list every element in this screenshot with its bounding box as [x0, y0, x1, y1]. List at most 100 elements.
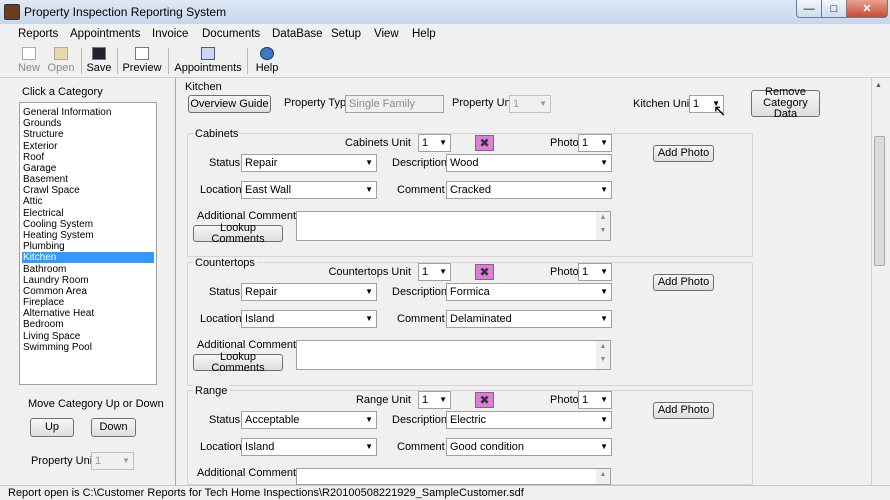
group-unit-select[interactable]: 1 ▼ — [418, 391, 451, 409]
delete-x-button[interactable]: ✖ — [475, 264, 494, 280]
scroll-down-icon[interactable]: ▼ — [596, 356, 610, 363]
new-button[interactable]: New — [16, 46, 42, 76]
location-select[interactable]: Island ▼ — [241, 438, 377, 456]
category-item[interactable]: Common Area — [22, 286, 154, 297]
toolbar-separator — [247, 48, 248, 74]
maximize-button[interactable]: □ — [821, 0, 847, 18]
category-item[interactable]: Laundry Room — [22, 275, 154, 286]
menu-view[interactable]: View — [374, 28, 399, 40]
menu-database[interactable]: DataBase — [272, 28, 323, 40]
additional-comments-textarea[interactable]: ▲ ▼ — [296, 340, 611, 370]
category-item[interactable]: Alternative Heat — [22, 308, 154, 319]
help-button[interactable]: Help — [254, 46, 280, 76]
chevron-down-icon: ▼ — [439, 138, 447, 147]
category-item[interactable]: Cooling System — [22, 219, 154, 230]
close-button[interactable]: ✕ — [846, 0, 888, 18]
description-label: Description — [392, 286, 448, 298]
left-property-unit-select[interactable]: 1 ▼ — [91, 452, 134, 470]
status-select[interactable]: Repair ▼ — [241, 154, 377, 172]
chevron-down-icon: ▼ — [600, 267, 608, 276]
category-item[interactable]: Heating System — [22, 230, 154, 241]
description-select[interactable]: Formica ▼ — [446, 283, 612, 301]
add-photo-button[interactable]: Add Photo — [653, 274, 714, 291]
main-scrollbar[interactable]: ▲ — [871, 78, 887, 485]
category-item[interactable]: Basement — [22, 174, 154, 185]
move-down-button[interactable]: Down — [91, 418, 136, 437]
property-unit-select[interactable]: 1 ▼ — [509, 95, 551, 113]
category-item[interactable]: Grounds — [22, 118, 154, 129]
window-title: Property Inspection Reporting System — [24, 5, 227, 19]
category-item[interactable]: Kitchen — [22, 252, 154, 264]
category-item[interactable]: Living Space — [22, 331, 154, 342]
chevron-down-icon: ▼ — [600, 415, 608, 424]
property-type-field[interactable]: Single Family — [345, 95, 444, 113]
delete-x-button[interactable]: ✖ — [475, 392, 494, 408]
group-unit-select[interactable]: 1 ▼ — [418, 134, 451, 152]
category-item[interactable]: Plumbing — [22, 241, 154, 252]
photo-select[interactable]: 1 ▼ — [578, 263, 612, 281]
photo-select[interactable]: 1 ▼ — [578, 391, 612, 409]
scroll-down-icon[interactable]: ▼ — [596, 227, 610, 234]
category-item[interactable]: Swimming Pool — [22, 342, 154, 353]
menu-invoice[interactable]: Invoice — [152, 28, 188, 40]
category-item[interactable]: Electrical — [22, 208, 154, 219]
menu-documents[interactable]: Documents — [202, 28, 260, 40]
textarea-scrollbar[interactable]: ▲ ▼ — [596, 212, 610, 240]
category-item[interactable]: Fireplace — [22, 297, 154, 308]
move-up-button[interactable]: Up — [30, 418, 74, 437]
delete-x-button[interactable]: ✖ — [475, 135, 494, 151]
photo-select[interactable]: 1 ▼ — [578, 134, 612, 152]
description-select[interactable]: Wood ▼ — [446, 154, 612, 172]
scroll-up-icon[interactable]: ▲ — [875, 82, 882, 89]
category-item[interactable]: Attic — [22, 196, 154, 207]
status-select[interactable]: Acceptable ▼ — [241, 411, 377, 429]
group-unit-select[interactable]: 1 ▼ — [418, 263, 451, 281]
scroll-up-icon[interactable]: ▲ — [596, 471, 610, 478]
menu-reports[interactable]: Reports — [18, 28, 58, 40]
description-select[interactable]: Electric ▼ — [446, 411, 612, 429]
preview-label: Preview — [122, 62, 162, 74]
preview-button[interactable]: Preview — [122, 46, 162, 76]
save-button[interactable]: Save — [86, 46, 112, 76]
overview-guide-button[interactable]: Overview Guide — [188, 95, 271, 113]
category-item[interactable]: Roof — [22, 152, 154, 163]
comment-label: Comment — [397, 313, 445, 325]
lookup-comments-button[interactable]: Lookup Comments — [193, 351, 283, 373]
open-button[interactable]: Open — [46, 46, 76, 76]
comment-select[interactable]: Cracked ▼ — [446, 181, 612, 199]
comment-select[interactable]: Delaminated ▼ — [446, 310, 612, 328]
category-item[interactable]: Structure — [22, 129, 154, 140]
category-item[interactable]: Bedroom — [22, 319, 154, 330]
chevron-down-icon: ▼ — [600, 185, 608, 194]
add-photo-button[interactable]: Add Photo — [653, 402, 714, 419]
category-item[interactable]: Crawl Space — [22, 185, 154, 196]
textarea-scrollbar[interactable]: ▲ ▼ — [596, 341, 610, 369]
chevron-down-icon: ▼ — [439, 395, 447, 404]
appointments-button[interactable]: Appointments — [174, 46, 242, 76]
category-item[interactable]: Bathroom — [22, 264, 154, 275]
save-disk-icon — [92, 47, 106, 60]
status-select[interactable]: Repair ▼ — [241, 283, 377, 301]
lookup-comments-button[interactable]: Lookup Comments — [193, 222, 283, 244]
textarea-scrollbar[interactable]: ▲ — [596, 469, 610, 484]
add-photo-button[interactable]: Add Photo — [653, 145, 714, 162]
menu-setup[interactable]: Setup — [331, 28, 361, 40]
menu-help[interactable]: Help — [412, 28, 436, 40]
chevron-down-icon: ▼ — [600, 395, 608, 404]
scrollbar-thumb[interactable] — [874, 136, 885, 266]
remove-category-data-button[interactable]: Remove Category Data — [751, 87, 820, 120]
category-item[interactable]: General Information — [22, 107, 154, 118]
scroll-up-icon[interactable]: ▲ — [596, 343, 610, 350]
scroll-up-icon[interactable]: ▲ — [596, 214, 610, 221]
additional-comments-textarea[interactable]: ▲ — [296, 468, 611, 485]
minimize-button[interactable]: — — [796, 0, 822, 18]
additional-comments-textarea[interactable]: ▲ ▼ — [296, 211, 611, 241]
menu-appointments[interactable]: Appointments — [70, 28, 140, 40]
location-select[interactable]: East Wall ▼ — [241, 181, 377, 199]
comment-select[interactable]: Good condition ▼ — [446, 438, 612, 456]
category-item[interactable]: Exterior — [22, 141, 154, 152]
category-item[interactable]: Garage — [22, 163, 154, 174]
status-select-value: Repair — [245, 157, 278, 169]
property-type-label: Property Type — [284, 97, 353, 109]
location-select[interactable]: Island ▼ — [241, 310, 377, 328]
